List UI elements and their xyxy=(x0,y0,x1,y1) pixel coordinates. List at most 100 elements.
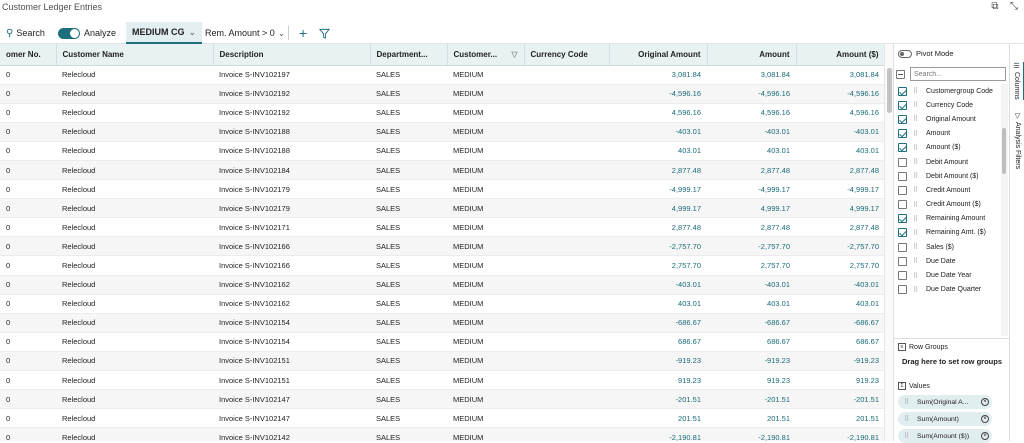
tab-analysis-filters[interactable]: ▽ Analysis Filters xyxy=(1010,112,1024,169)
drag-handle-icon[interactable]: ⠿ xyxy=(913,257,921,265)
column-list-item[interactable]: ⠿ Credit Amount xyxy=(894,183,1002,197)
column-checkbox[interactable] xyxy=(898,214,907,224)
column-list-item[interactable]: ⠿ Credit Amount ($) xyxy=(894,198,1002,212)
column-list-scrollbar-thumb[interactable] xyxy=(1002,128,1006,174)
column-checkbox[interactable] xyxy=(898,228,907,238)
column-list-item[interactable]: ⠿ Amount ($) xyxy=(894,141,1002,155)
column-list-item[interactable]: ⠿ Remaining Amount xyxy=(894,212,1002,226)
column-checkbox[interactable] xyxy=(898,100,907,110)
cell-description[interactable]: Invoice S-INV102166 xyxy=(213,236,370,257)
col-header-customer-name[interactable]: Customer Name xyxy=(56,44,214,66)
cell-description[interactable]: Invoice S-INV102179 xyxy=(213,198,370,219)
drag-handle-icon[interactable]: ⠿ xyxy=(913,144,921,152)
col-header-description[interactable]: Description xyxy=(213,44,371,66)
table-row[interactable]: 0 Relecloud Invoice S-INV102184 SALES MEDIUM… xyxy=(0,160,884,181)
drag-handle-icon[interactable]: ⠿ xyxy=(913,286,921,294)
table-row[interactable]: 0 Relecloud Invoice S-INV102147 SALES MEDIUM… xyxy=(0,389,884,410)
drag-handle-icon[interactable]: ⠿ xyxy=(913,186,921,194)
column-list-item[interactable]: ⠿ Currency Code xyxy=(894,98,1002,112)
column-checkbox[interactable] xyxy=(898,285,907,295)
tab-medium-cg[interactable]: MEDIUM CG ⌄ xyxy=(126,22,203,44)
cell-description[interactable]: Invoice S-INV102166 xyxy=(213,255,370,276)
column-search-input[interactable] xyxy=(910,67,1006,81)
cell-description[interactable]: Invoice S-INV102184 xyxy=(213,160,370,181)
drag-handle-icon[interactable]: ⠿ xyxy=(913,101,921,109)
column-checkbox[interactable] xyxy=(898,129,907,139)
drag-handle-icon[interactable]: ⠿ xyxy=(913,229,921,237)
column-list-item[interactable]: ⠿ Remaining Amt. ($) xyxy=(894,226,1002,240)
column-list-item[interactable]: ⠿ Due Date Quarter xyxy=(894,283,1002,297)
drag-handle-icon[interactable]: ⠿ xyxy=(913,201,921,209)
value-chip[interactable]: ⠿ Sum(Original A... × xyxy=(898,395,992,409)
column-checkbox[interactable] xyxy=(898,271,907,281)
cell-description[interactable]: Invoice S-INV102147 xyxy=(213,408,370,429)
table-row[interactable]: 0 Relecloud Invoice S-INV102188 SALES MEDIUM… xyxy=(0,122,884,142)
column-list-item[interactable]: ⠿ Amount xyxy=(894,127,1002,141)
table-row[interactable]: 0 Relecloud Invoice S-INV102179 SALES MEDIUM… xyxy=(0,198,884,219)
table-row[interactable]: 0 Relecloud Invoice S-INV102179 SALES MEDIUM… xyxy=(0,179,884,200)
drag-handle-icon[interactable]: ⠿ xyxy=(913,243,921,251)
remove-icon[interactable]: × xyxy=(981,432,989,440)
column-list-item[interactable]: ⠿ Due Date Year xyxy=(894,268,1002,282)
row-groups-drop-zone[interactable]: Drag here to set row groups xyxy=(894,357,1010,366)
drag-handle-icon[interactable]: ⠿ xyxy=(904,432,912,440)
remove-icon[interactable]: × xyxy=(981,398,989,406)
cell-description[interactable]: Invoice S-INV102147 xyxy=(213,389,370,410)
column-checkbox[interactable] xyxy=(898,185,907,195)
pivot-mode-switch[interactable] xyxy=(898,49,912,58)
table-row[interactable]: 0 Relecloud Invoice S-INV102151 SALES MEDIUM… xyxy=(0,370,884,391)
cell-description[interactable]: Invoice S-INV102192 xyxy=(213,84,370,104)
table-row[interactable]: 0 Relecloud Invoice S-INV102162 SALES MEDIUM… xyxy=(0,294,884,314)
grid-scrollbar-thumb[interactable] xyxy=(887,68,892,113)
column-checkbox[interactable] xyxy=(898,86,907,96)
column-checkbox[interactable] xyxy=(898,114,907,124)
search-button[interactable]: ⚲ Search xyxy=(6,22,45,44)
col-header-customergroup[interactable]: Customer... ▽ xyxy=(447,44,525,66)
filter-icon[interactable] xyxy=(319,22,330,44)
table-row[interactable]: 0 Relecloud Invoice S-INV102151 SALES MEDIUM… xyxy=(0,351,884,372)
cell-description[interactable]: Invoice S-INV102162 xyxy=(213,275,370,295)
column-checkbox[interactable] xyxy=(898,157,907,167)
drag-handle-icon[interactable]: ⠿ xyxy=(913,215,921,223)
filter-chip-rem-amount[interactable]: Rem. Amount > 0 ⌄ xyxy=(205,22,285,44)
col-header-amount-usd[interactable]: Amount ($) xyxy=(796,44,884,66)
col-header-amount[interactable]: Amount xyxy=(707,44,797,66)
cell-description[interactable]: Invoice S-INV102151 xyxy=(213,351,370,372)
select-all-checkbox[interactable] xyxy=(896,69,905,79)
drag-handle-icon[interactable]: ⠿ xyxy=(913,130,921,138)
col-header-currency-code[interactable]: Currency Code xyxy=(524,44,610,66)
column-list-item[interactable]: ⠿ Debit Amount xyxy=(894,155,1002,169)
pivot-mode-toggle[interactable]: Pivot Mode xyxy=(898,49,954,58)
cell-description[interactable]: Invoice S-INV102188 xyxy=(213,141,370,161)
drag-handle-icon[interactable]: ⠿ xyxy=(904,398,912,406)
table-row[interactable]: 0 Relecloud Invoice S-INV102154 SALES MEDIUM… xyxy=(0,332,884,352)
drag-handle-icon[interactable]: ⠿ xyxy=(913,272,921,280)
cell-description[interactable]: Invoice S-INV102154 xyxy=(213,332,370,352)
column-list-item[interactable]: ⠿ Customergroup Code xyxy=(894,84,1002,98)
col-header-original-amount[interactable]: Original Amount xyxy=(609,44,708,66)
drag-handle-icon[interactable]: ⠿ xyxy=(904,415,912,423)
cell-description[interactable]: Invoice S-INV102192 xyxy=(213,103,370,123)
column-list-item[interactable]: ⠿ Due Date xyxy=(894,254,1002,268)
column-checkbox[interactable] xyxy=(898,242,907,252)
table-row[interactable]: 0 Relecloud Invoice S-INV102192 SALES MEDIUM… xyxy=(0,84,884,104)
table-row[interactable]: 0 Relecloud Invoice S-INV102166 SALES MEDIUM… xyxy=(0,236,884,257)
cell-description[interactable]: Invoice S-INV102162 xyxy=(213,294,370,314)
table-row[interactable]: 0 Relecloud Invoice S-INV102154 SALES MEDIUM… xyxy=(0,313,884,333)
table-row[interactable]: 0 Relecloud Invoice S-INV102188 SALES MEDIUM… xyxy=(0,141,884,161)
drag-handle-icon[interactable]: ⠿ xyxy=(913,87,921,95)
column-list-item[interactable]: ⠿ Original Amount xyxy=(894,112,1002,126)
col-header-department[interactable]: Department... xyxy=(370,44,448,66)
column-list-scrollbar[interactable] xyxy=(1001,84,1008,336)
collapse-icon[interactable]: ⤡ xyxy=(1008,1,1020,12)
cell-description[interactable]: Invoice S-INV102179 xyxy=(213,179,370,200)
grid-scrollbar[interactable] xyxy=(884,44,893,441)
analyze-toggle[interactable]: Analyze xyxy=(58,22,116,44)
drag-handle-icon[interactable]: ⠿ xyxy=(913,158,921,166)
cell-description[interactable]: Invoice S-INV102142 xyxy=(213,427,370,441)
cell-description[interactable]: Invoice S-INV102197 xyxy=(213,65,370,85)
analyze-switch[interactable] xyxy=(58,27,80,39)
col-header-customer-no[interactable]: omer No. xyxy=(0,44,57,66)
add-view-icon[interactable]: + xyxy=(299,22,307,44)
table-row[interactable]: 0 Relecloud Invoice S-INV102192 SALES MEDIUM… xyxy=(0,103,884,123)
